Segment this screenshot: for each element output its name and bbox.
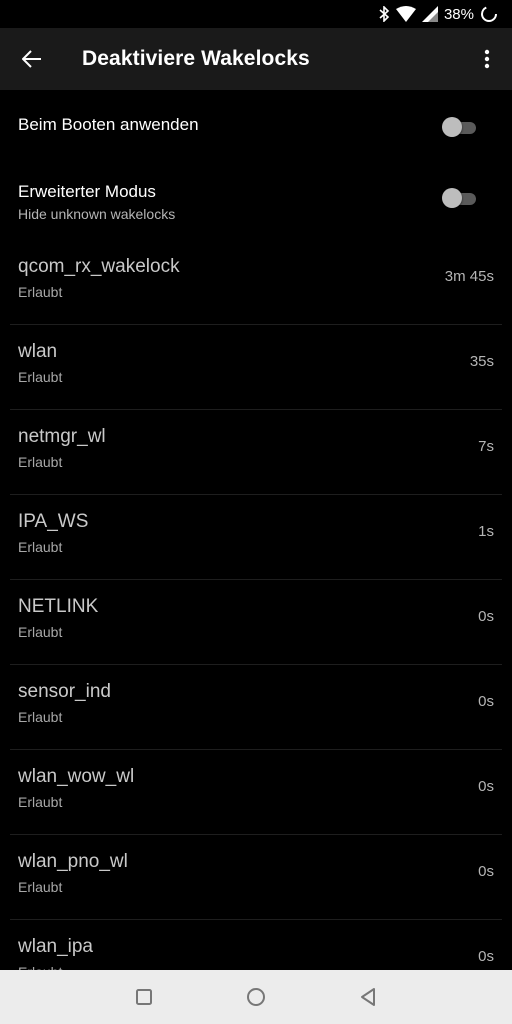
status-bar: 38% <box>0 0 512 28</box>
battery-icon <box>480 5 498 23</box>
wakelock-state: Erlaubt <box>18 624 63 640</box>
wakelock-row[interactable]: qcom_rx_wakelock Erlaubt 3m 45s <box>0 240 512 325</box>
wakelock-time: 0s <box>478 693 494 710</box>
bluetooth-icon <box>378 6 390 22</box>
cellular-signal-icon <box>421 6 438 22</box>
content-list: Beim Booten anwenden Erweiterter Modus H… <box>0 90 512 970</box>
wakelock-row[interactable]: wlan_pno_wl Erlaubt 0s <box>0 835 512 920</box>
wakelock-name: sensor_ind <box>18 681 111 702</box>
wakelock-state: Erlaubt <box>18 709 63 725</box>
home-button[interactable] <box>240 981 272 1013</box>
wakelock-name: wlan_wow_wl <box>18 766 135 787</box>
wakelock-row[interactable]: wlan_ipa Erlaubt 0s <box>0 920 512 970</box>
overflow-menu-button[interactable] <box>462 28 512 90</box>
back-nav-button[interactable] <box>352 981 384 1013</box>
wakelock-name: netmgr_wl <box>18 426 106 447</box>
recents-button[interactable] <box>128 981 160 1013</box>
wakelock-state: Erlaubt <box>18 794 63 810</box>
setting-description: Hide unknown wakelocks <box>18 206 176 222</box>
wakelock-row[interactable]: netmgr_wl Erlaubt 7s <box>0 410 512 495</box>
wakelock-name: NETLINK <box>18 596 99 617</box>
wakelock-time: 0s <box>478 778 494 795</box>
wakelock-time: 1s <box>478 523 494 540</box>
wakelock-time: 0s <box>478 948 494 965</box>
wakelock-name: wlan <box>18 341 58 362</box>
wakelock-row[interactable]: sensor_ind Erlaubt 0s <box>0 665 512 750</box>
page-title: Deaktiviere Wakelocks <box>82 47 310 70</box>
wakelock-name: wlan_pno_wl <box>18 851 128 872</box>
wakelock-time: 35s <box>469 353 494 370</box>
more-vertical-icon <box>484 49 490 69</box>
app-bar: Deaktiviere Wakelocks <box>0 28 512 90</box>
setting-label: Beim Booten anwenden <box>18 115 199 134</box>
wakelock-row[interactable]: wlan Erlaubt 35s <box>0 325 512 410</box>
circle-icon <box>247 988 265 1006</box>
setting-label: Erweiterter Modus <box>18 182 156 201</box>
wakelock-row[interactable]: wlan_wow_wl Erlaubt 0s <box>0 750 512 835</box>
wakelock-state: Erlaubt <box>18 879 63 895</box>
setting-extended-mode[interactable]: Erweiterter Modus Hide unknown wakelocks <box>0 182 512 222</box>
wakelock-time: 7s <box>478 438 494 455</box>
wakelock-state: Erlaubt <box>18 539 63 555</box>
wakelock-time: 0s <box>478 608 494 625</box>
wakelock-name: qcom_rx_wakelock <box>18 256 180 277</box>
square-icon <box>136 989 152 1005</box>
wakelock-row[interactable]: NETLINK Erlaubt 0s <box>0 580 512 665</box>
wakelock-time: 0s <box>478 863 494 880</box>
triangle-back-icon <box>361 988 375 1006</box>
wakelock-time: 3m 45s <box>444 268 494 285</box>
arrow-left-icon <box>22 50 41 68</box>
system-nav-bar <box>0 970 512 1024</box>
wakelock-state: Erlaubt <box>18 454 63 470</box>
wifi-icon <box>395 6 416 22</box>
wakelock-state: Erlaubt <box>18 284 63 300</box>
wakelock-name: wlan_ipa <box>18 936 93 957</box>
setting-apply-on-boot[interactable]: Beim Booten anwenden <box>0 115 512 138</box>
wakelock-state: Erlaubt <box>18 369 63 385</box>
battery-percent: 38% <box>443 5 474 23</box>
apply-on-boot-switch[interactable] <box>442 116 478 138</box>
wakelock-name: IPA_WS <box>18 511 89 532</box>
extended-mode-switch[interactable] <box>442 187 478 209</box>
wakelock-row[interactable]: IPA_WS Erlaubt 1s <box>0 495 512 580</box>
back-button[interactable] <box>0 28 64 90</box>
